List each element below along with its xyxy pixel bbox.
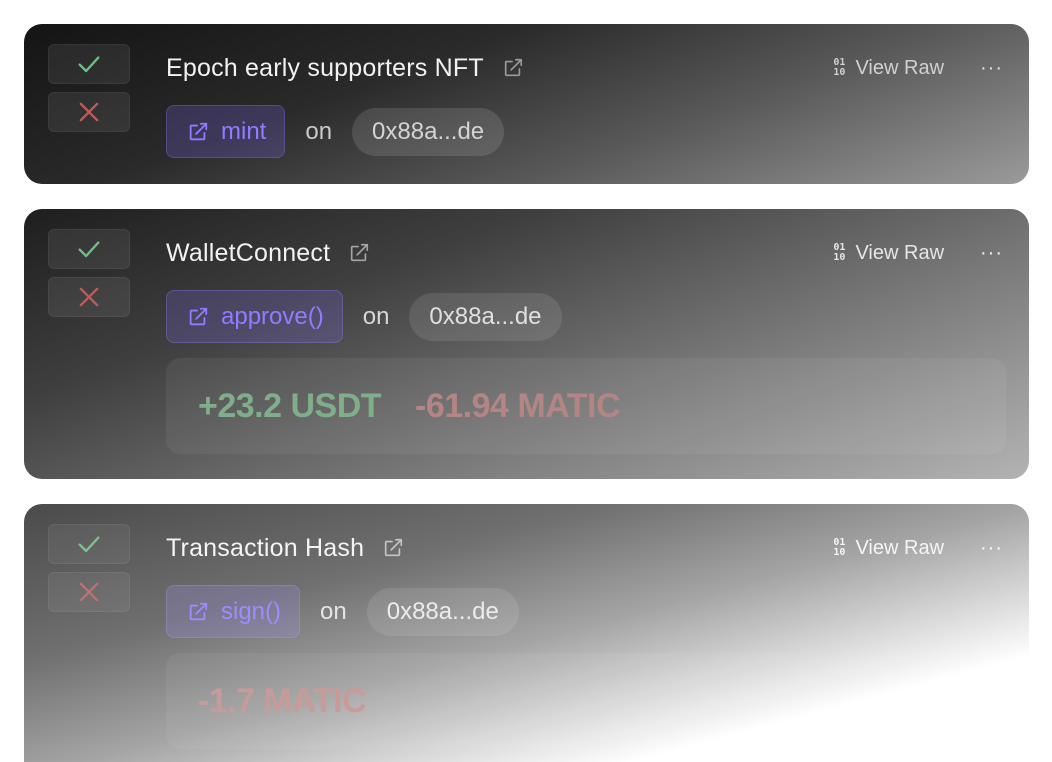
external-link-icon [189,602,208,620]
reject-button[interactable] [48,277,130,317]
check-icon [78,241,100,258]
view-raw-label: View Raw [855,56,945,79]
request-card: WalletConnect 01 10 View Raw ··· approve(… [24,209,1029,479]
view-raw-button[interactable]: 01 10 View Raw [833,57,944,80]
contract-address-pill[interactable]: 0x88a...de [409,292,562,341]
view-raw-button[interactable]: 01 10 View Raw [833,537,944,560]
request-title: Epoch early supporters NFT [166,53,484,82]
external-link-icon[interactable] [348,242,370,264]
more-options-button[interactable]: ··· [980,243,1003,263]
method-label: sign() [221,597,282,625]
binary-icon: 01 10 [833,537,846,558]
binary-icon: 01 10 [833,57,846,78]
binary-icon: 01 10 [833,242,846,263]
external-link-icon[interactable] [502,57,524,79]
balance-changes-panel: -1.7 MATIC [166,653,1006,749]
method-label: mint [221,117,267,145]
request-card: Transaction Hash 01 10 View Raw ··· sign(… [24,504,1029,762]
contract-address-pill[interactable]: 0x88a...de [352,107,505,156]
request-card: Epoch early supporters NFT 01 10 View Raw… [24,24,1029,184]
x-icon [79,102,99,122]
x-icon [79,287,99,307]
method-button[interactable]: sign() [166,585,301,638]
method-button[interactable]: mint [166,105,286,158]
approve-button[interactable] [48,229,130,269]
view-raw-label: View Raw [855,536,945,559]
more-options-button[interactable]: ··· [980,58,1003,78]
more-options-button[interactable]: ··· [980,538,1003,558]
reject-button[interactable] [48,92,130,132]
on-label: on [320,597,347,625]
balance-change-positive: +23.2 USDT [198,386,382,425]
method-button[interactable]: approve() [166,290,343,343]
external-link-icon [189,122,208,140]
on-label: on [362,302,390,330]
transaction-requests-stack: Epoch early supporters NFT 01 10 View Raw… [0,0,1052,762]
external-link-icon[interactable] [382,537,404,559]
view-raw-button[interactable]: 01 10 View Raw [833,242,944,265]
check-icon [78,56,100,73]
balance-changes-panel: +23.2 USDT -61.94 MATIC [166,358,1006,454]
contract-address-pill[interactable]: 0x88a...de [366,587,519,636]
reject-button[interactable] [48,572,130,612]
approve-button[interactable] [48,524,130,564]
request-title: Transaction Hash [166,533,365,562]
view-raw-label: View Raw [855,241,945,264]
balance-change-negative: -61.94 MATIC [415,386,621,425]
method-label: approve() [221,302,324,330]
check-icon [78,536,100,553]
approve-button[interactable] [48,44,130,84]
request-title: WalletConnect [166,238,331,267]
on-label: on [305,117,333,145]
x-icon [79,582,99,602]
external-link-icon [189,307,208,325]
balance-change-negative: -1.7 MATIC [198,681,367,720]
